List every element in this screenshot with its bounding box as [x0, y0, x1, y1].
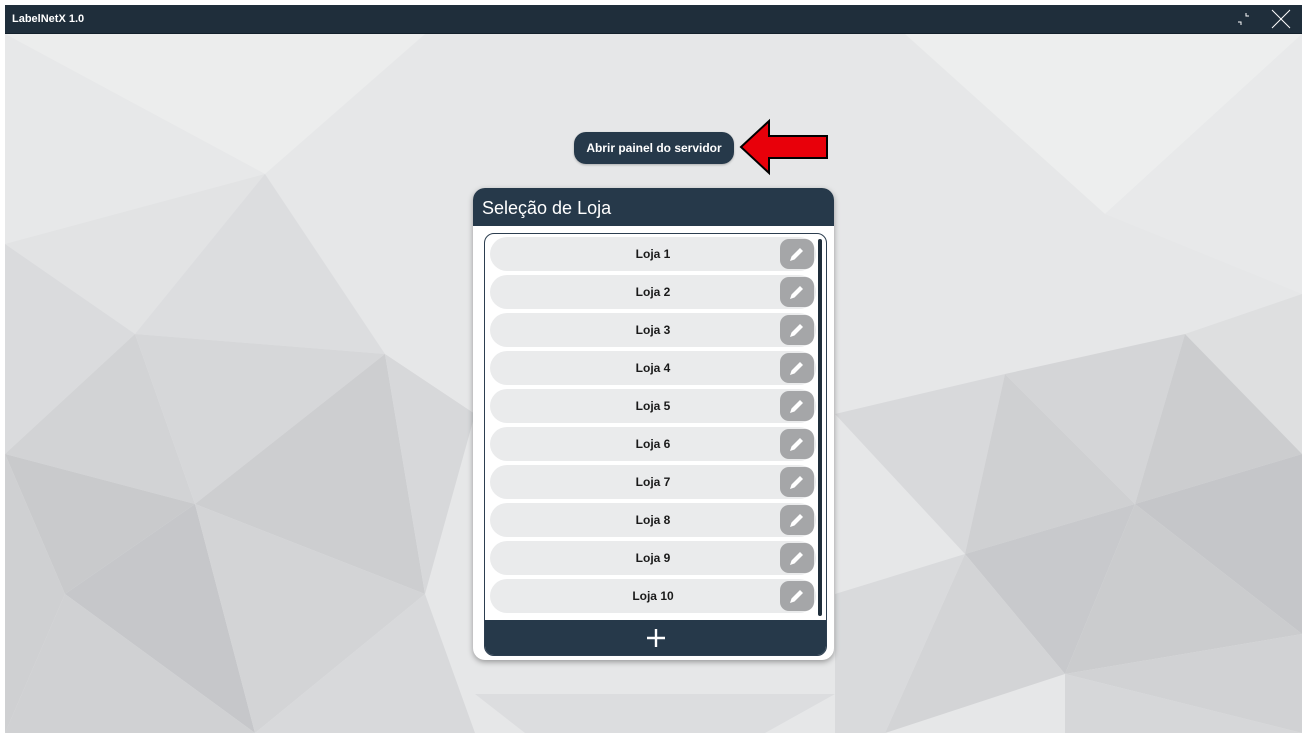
red-arrow-left-icon	[739, 118, 828, 176]
edit-store-button[interactable]	[780, 353, 814, 383]
edit-store-button[interactable]	[780, 391, 814, 421]
edit-store-button[interactable]	[780, 277, 814, 307]
store-label: Loja 8	[635, 513, 671, 527]
store-row-5[interactable]: Loja 5	[490, 389, 816, 423]
store-label: Loja 6	[635, 437, 671, 451]
store-row-9[interactable]: Loja 9	[490, 541, 816, 575]
store-row-8[interactable]: Loja 8	[490, 503, 816, 537]
store-label: Loja 1	[635, 247, 671, 261]
store-selection-panel: Seleção de Loja Loja 1 Loja 2 Loja 3 Loj…	[473, 188, 834, 660]
store-row-1[interactable]: Loja 1	[490, 237, 816, 271]
pencil-icon	[790, 362, 803, 375]
edit-store-button[interactable]	[780, 581, 814, 611]
edit-store-button[interactable]	[780, 505, 814, 535]
store-row-3[interactable]: Loja 3	[490, 313, 816, 347]
pencil-icon	[790, 438, 803, 451]
store-label: Loja 9	[635, 551, 671, 565]
title-bar: LabelNetX 1.0	[5, 5, 1302, 34]
add-store-button[interactable]	[485, 620, 826, 655]
restore-button[interactable]	[1232, 5, 1258, 33]
open-server-panel-button[interactable]: Abrir painel do servidor	[574, 132, 734, 164]
store-label: Loja 2	[635, 285, 671, 299]
edit-store-button[interactable]	[780, 239, 814, 269]
edit-store-button[interactable]	[780, 543, 814, 573]
edit-store-button[interactable]	[780, 467, 814, 497]
list-scrollbar[interactable]	[818, 239, 822, 616]
app-window: LabelNetX 1.0 Abrir painel do servidor S…	[5, 5, 1302, 733]
app-title: LabelNetX 1.0	[12, 13, 85, 25]
pencil-icon	[790, 514, 803, 527]
plus-icon	[647, 629, 665, 647]
store-label: Loja 4	[635, 361, 671, 375]
close-button[interactable]	[1262, 5, 1296, 33]
store-label: Loja 10	[632, 589, 674, 603]
store-label: Loja 7	[635, 475, 671, 489]
store-label: Loja 3	[635, 323, 671, 337]
pencil-icon	[790, 590, 803, 603]
store-row-2[interactable]: Loja 2	[490, 275, 816, 309]
store-label: Loja 5	[635, 399, 671, 413]
pencil-icon	[790, 400, 803, 413]
restore-icon	[1238, 13, 1249, 25]
pencil-icon	[790, 324, 803, 337]
pencil-icon	[790, 476, 803, 489]
store-row-7[interactable]: Loja 7	[490, 465, 816, 499]
close-icon	[1271, 9, 1291, 29]
edit-store-button[interactable]	[780, 429, 814, 459]
panel-header: Seleção de Loja	[473, 188, 834, 226]
store-row-10[interactable]: Loja 10	[490, 579, 816, 613]
store-list-container: Loja 1 Loja 2 Loja 3 Loja 4 Loja 5 Loja …	[484, 233, 827, 656]
store-row-4[interactable]: Loja 4	[490, 351, 816, 385]
store-row-6[interactable]: Loja 6	[490, 427, 816, 461]
edit-store-button[interactable]	[780, 315, 814, 345]
pencil-icon	[790, 286, 803, 299]
panel-title: Seleção de Loja	[482, 198, 612, 218]
pencil-icon	[790, 552, 803, 565]
pencil-icon	[790, 248, 803, 261]
